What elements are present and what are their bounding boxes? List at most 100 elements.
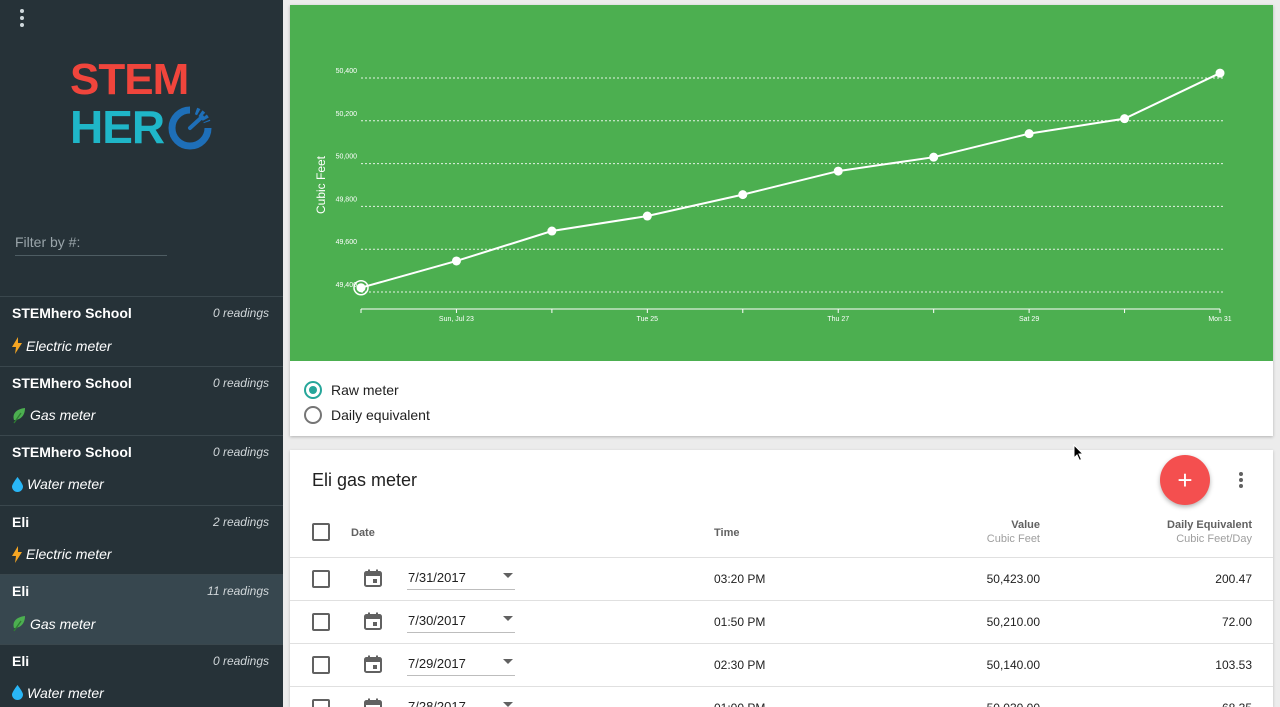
time-cell: 01:50 PM xyxy=(714,615,766,629)
value-cell: 50,140.00 xyxy=(986,658,1040,672)
select-all-checkbox[interactable] xyxy=(312,523,330,541)
meter-owner-name: STEMhero School xyxy=(12,444,132,460)
table-title: Eli gas meter xyxy=(312,470,418,490)
series-line xyxy=(360,72,1221,289)
radio-label: Daily equivalent xyxy=(331,406,430,423)
header-daily-unit: Cubic Feet/Day xyxy=(1176,533,1252,545)
meter-list-item[interactable]: STEMhero School 0 readings Gas meter xyxy=(0,367,283,436)
data-point xyxy=(356,283,366,293)
meter-type: Water meter xyxy=(12,476,104,492)
daily-equivalent-cell: 68.35 xyxy=(1222,701,1252,707)
meter-list-item[interactable]: Eli 11 readings Gas meter xyxy=(0,575,283,645)
value-cell: 50,423.00 xyxy=(986,572,1040,586)
date-value: 7/30/2017 xyxy=(408,613,466,628)
calendar-icon[interactable] xyxy=(364,569,382,592)
leaf-icon xyxy=(12,615,26,632)
meter-list-item[interactable]: Eli 0 readings Water meter xyxy=(0,645,283,707)
stemhero-logo: STEM HER xyxy=(70,58,220,154)
header-time[interactable]: Time xyxy=(714,527,739,539)
reading-count: 2 readings xyxy=(212,514,269,529)
y-axis-label: Cubic Feet xyxy=(314,155,328,214)
meter-owner-name: STEMhero School xyxy=(12,374,132,391)
reading-count: 11 readings xyxy=(207,584,269,598)
dropdown-caret-icon xyxy=(503,702,513,707)
add-reading-button[interactable]: + xyxy=(1160,455,1210,505)
mouse-cursor-icon xyxy=(1073,444,1085,462)
y-tick-label: 50,400 xyxy=(336,68,358,75)
x-tick-label: Sat 29 xyxy=(1019,316,1039,323)
row-checkbox[interactable] xyxy=(312,570,330,588)
logo-gauge-icon xyxy=(168,106,212,150)
value-cell: 50,030.00 xyxy=(987,701,1040,707)
dropdown-caret-icon xyxy=(503,659,513,664)
header-value-unit: Cubic Feet xyxy=(986,533,1040,545)
bolt-icon xyxy=(12,545,22,563)
table-row: 7/29/2017 02:30 PM 50,140.00 103.53 xyxy=(290,644,1273,687)
table-header: Date Time Value Cubic Feet Daily Equival… xyxy=(290,514,1273,558)
x-tick-label: Tue 25 xyxy=(637,316,659,323)
reading-count: 0 readings xyxy=(212,306,269,320)
meter-list-item[interactable]: STEMhero School 0 readings Water meter xyxy=(0,436,283,506)
data-point xyxy=(451,256,461,266)
data-point xyxy=(547,226,557,236)
y-tick-label: 49,800 xyxy=(336,196,358,203)
calendar-icon[interactable] xyxy=(364,698,382,707)
leaf-icon xyxy=(12,407,26,424)
data-point xyxy=(833,166,843,176)
daily-equivalent-cell: 103.53 xyxy=(1215,658,1252,672)
chart-card: 49,400 49,600 49,800 50,000 50,200 50,400 Sun,… xyxy=(290,5,1273,436)
sidebar-menu-icon[interactable] xyxy=(12,6,32,28)
view-option-daily-equivalent[interactable]: Daily equivalent xyxy=(304,402,430,427)
row-checkbox[interactable] xyxy=(312,699,330,707)
reading-count: 0 readings xyxy=(212,653,269,668)
header-value[interactable]: Value xyxy=(1011,519,1040,531)
meter-list-item[interactable]: STEMhero School 0 readings Electric meter xyxy=(0,297,283,367)
meter-type-label: Electric meter xyxy=(26,546,112,562)
header-date[interactable]: Date xyxy=(351,527,375,539)
row-checkbox[interactable] xyxy=(312,656,330,674)
header-daily-equivalent[interactable]: Daily Equivalent xyxy=(1167,519,1252,531)
meter-type: Gas meter xyxy=(12,615,95,632)
view-options: Raw meter Daily equivalent xyxy=(304,377,430,427)
sidebar: STEM HER STEMhero School 0 readings Electr… xyxy=(0,0,283,707)
daily-equivalent-cell: 72.00 xyxy=(1221,615,1252,629)
reading-count: 0 readings xyxy=(212,375,269,390)
y-tick-label: 49,600 xyxy=(336,239,358,246)
meter-owner-name: STEMhero School xyxy=(12,305,132,321)
date-picker[interactable]: 7/28/2017 xyxy=(407,697,515,707)
filter-input[interactable] xyxy=(15,234,167,250)
reading-count: 0 readings xyxy=(212,445,269,459)
filter-field xyxy=(15,234,167,256)
meter-list-item[interactable]: Eli 2 readings Electric meter xyxy=(0,506,283,575)
logo-hero-text: HER xyxy=(70,101,165,153)
meter-type-label: Water meter xyxy=(27,684,104,701)
time-cell: 02:30 PM xyxy=(714,658,766,672)
radio-label: Raw meter xyxy=(331,381,399,398)
table-row: 7/28/2017 01:00 PM 50,030.00 68.35 xyxy=(290,687,1273,707)
chart-area: 49,400 49,600 49,800 50,000 50,200 50,400 Sun,… xyxy=(290,5,1273,361)
meter-type: Water meter xyxy=(12,685,104,701)
water-drop-icon xyxy=(12,476,23,492)
meter-type: Electric meter xyxy=(12,337,112,354)
meter-owner-name: Eli xyxy=(12,583,30,599)
data-point xyxy=(929,152,939,162)
logo-stem-text: STEM xyxy=(70,55,189,104)
more-options-icon[interactable] xyxy=(1234,470,1248,490)
radio-button[interactable] xyxy=(304,380,322,399)
date-picker[interactable]: 7/29/2017 xyxy=(407,654,515,676)
x-tick-label: Sun, Jul 23 xyxy=(439,316,474,323)
calendar-icon[interactable] xyxy=(364,655,382,678)
calendar-icon[interactable] xyxy=(364,612,382,635)
data-point xyxy=(738,190,748,200)
daily-equivalent-cell: 200.47 xyxy=(1215,572,1252,586)
time-cell: 03:20 PM xyxy=(714,572,766,586)
row-checkbox[interactable] xyxy=(312,613,330,631)
date-picker[interactable]: 7/31/2017 xyxy=(407,568,515,590)
value-cell: 50,210.00 xyxy=(986,615,1040,629)
radio-button[interactable] xyxy=(304,405,322,424)
meter-type-label: Gas meter xyxy=(30,407,96,423)
date-picker[interactable]: 7/30/2017 xyxy=(407,611,515,633)
view-option-raw-meter[interactable]: Raw meter xyxy=(304,377,430,402)
meter-owner-name: Eli xyxy=(12,652,30,669)
meter-type-label: Water meter xyxy=(27,476,104,492)
